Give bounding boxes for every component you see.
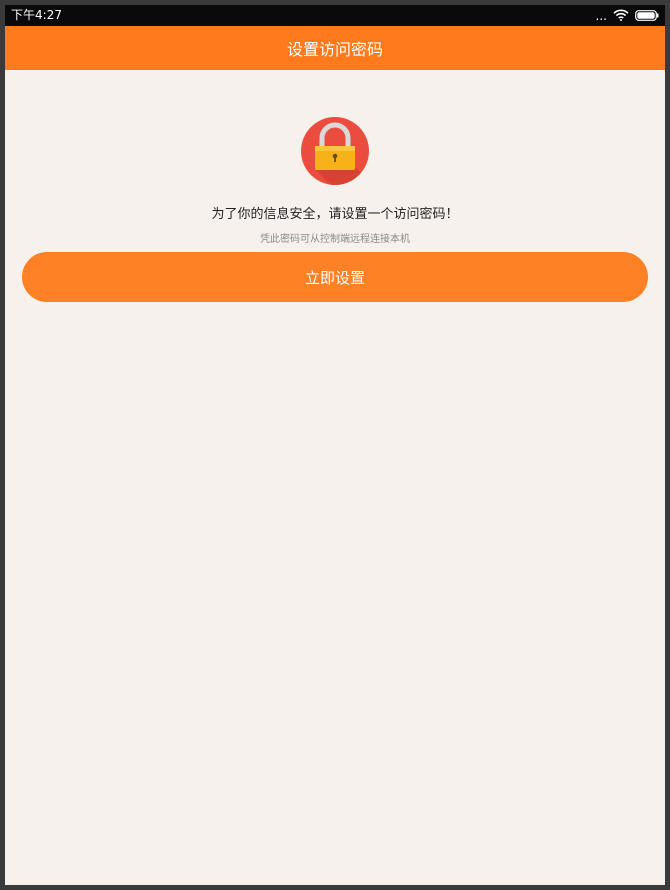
status-time: 下午4:27 bbox=[11, 8, 62, 22]
device-screen: 下午4:27 ... 设置访问密码 为了你的信息安全，请设置一个访问密码！ 凭此… bbox=[5, 5, 665, 885]
battery-icon bbox=[635, 6, 659, 25]
status-icons: ... bbox=[596, 8, 659, 23]
set-now-button-label: 立即设置 bbox=[304, 268, 365, 287]
lock-icon bbox=[300, 116, 370, 186]
remote-connect-hint: 凭此密码可从控制端远程连接本机 bbox=[260, 234, 410, 245]
app-bar: 设置访问密码 bbox=[5, 26, 665, 70]
security-headline: 为了你的信息安全，请设置一个访问密码！ bbox=[211, 207, 459, 222]
wifi-icon bbox=[613, 6, 629, 25]
set-now-button[interactable]: 立即设置 bbox=[22, 252, 648, 302]
page-title: 设置访问密码 bbox=[286, 40, 383, 59]
more-dots-icon: ... bbox=[595, 8, 607, 23]
status-bar: 下午4:27 ... bbox=[5, 5, 665, 26]
